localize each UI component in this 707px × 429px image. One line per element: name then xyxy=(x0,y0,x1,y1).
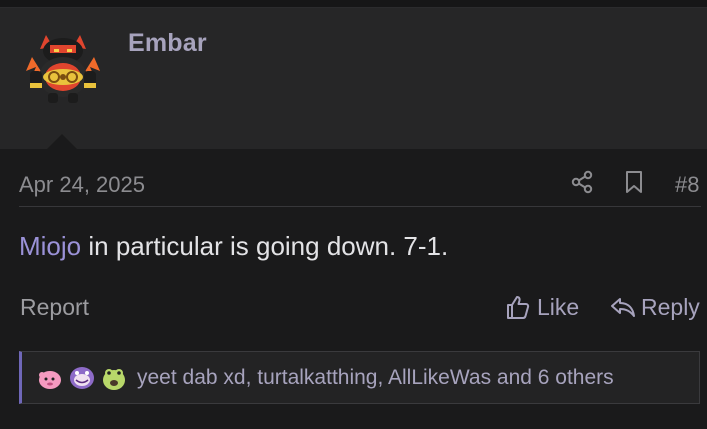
reactions-summary[interactable]: yeet dab xd, turtalkatthing, AllLikeWas … xyxy=(137,366,614,390)
reply-arrow-icon xyxy=(611,298,635,317)
share-icon[interactable] xyxy=(569,169,595,195)
bookmark-icon[interactable] xyxy=(623,169,645,195)
green-frog-reaction-icon xyxy=(103,368,125,390)
like-button[interactable]: Like xyxy=(506,292,579,322)
post-date[interactable]: Apr 24, 2025 xyxy=(19,172,145,198)
message-content: in particular is going down. 7-1. xyxy=(81,231,449,261)
message-pointer-arrow xyxy=(47,134,77,149)
report-link[interactable]: Report xyxy=(20,294,89,321)
username[interactable]: Embar xyxy=(128,29,207,58)
thumbs-up-icon xyxy=(507,296,530,319)
user-info-block xyxy=(0,8,707,149)
pink-blob-reaction-icon xyxy=(39,370,61,389)
reply-label: Reply xyxy=(641,293,700,320)
avatar[interactable] xyxy=(22,27,104,109)
user-mention-link[interactable]: Miojo xyxy=(19,231,81,261)
reactions-bar[interactable]: yeet dab xd, turtalkatthing, AllLikeWas … xyxy=(19,351,700,404)
divider xyxy=(19,206,701,207)
reply-button[interactable]: Reply xyxy=(610,292,700,322)
top-bar xyxy=(0,0,707,8)
message-text: Miojo in particular is going down. 7-1. xyxy=(19,231,448,262)
like-label: Like xyxy=(537,293,580,320)
purple-face-reaction-icon xyxy=(70,366,94,389)
post-number[interactable]: #8 xyxy=(675,172,699,198)
